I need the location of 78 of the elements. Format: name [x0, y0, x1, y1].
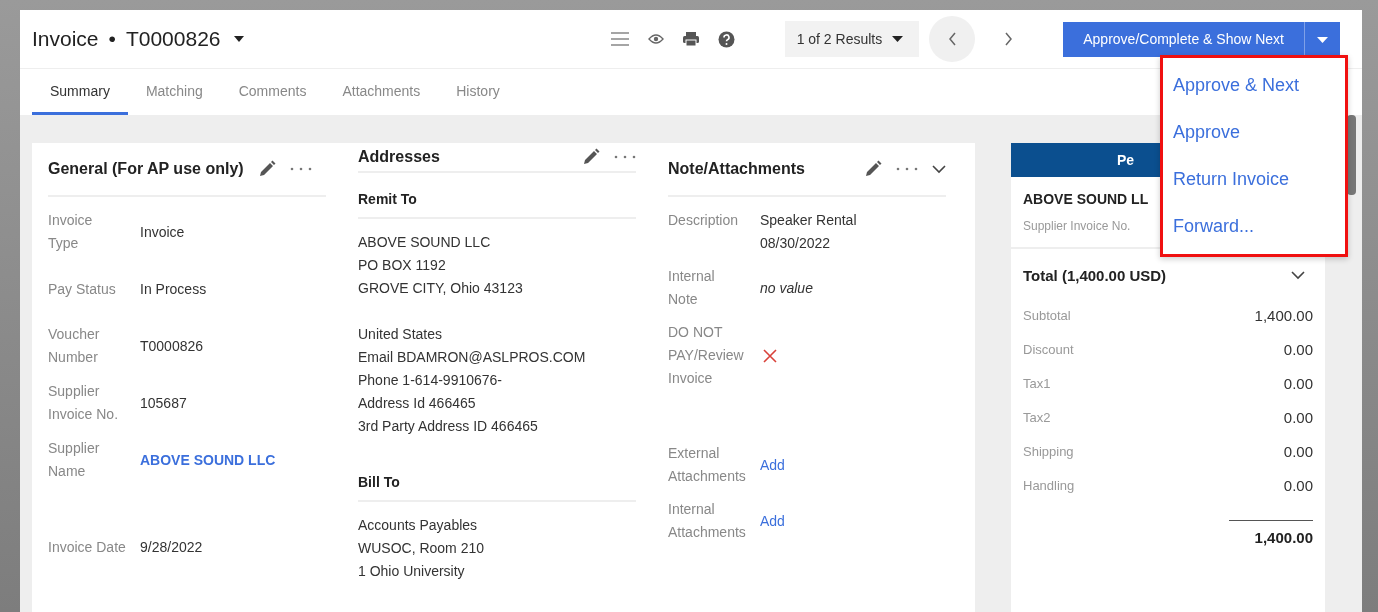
section-title: General (For AP use only) — [48, 160, 244, 178]
field-label: Internal Note — [668, 267, 716, 309]
section-title: Addresses — [358, 148, 440, 166]
menu-item[interactable]: Approve & Next — [1163, 62, 1345, 109]
field-label: DO NOT PAY/Review Invoice — [668, 323, 745, 388]
chevron-down-icon[interactable] — [1291, 271, 1305, 280]
field-value: no value — [760, 278, 814, 298]
pencil-icon[interactable] — [864, 160, 882, 178]
title-separator: • — [108, 27, 116, 51]
amount-label: Handling — [1023, 477, 1075, 493]
address-line: ABOVE SOUND LLC — [358, 234, 491, 250]
amount-value: 0.00 — [1283, 374, 1313, 392]
tab[interactable]: Comments — [220, 69, 325, 115]
add-link[interactable]: Add — [760, 457, 785, 473]
amount-label: Tax1 — [1023, 375, 1051, 391]
print-icon[interactable] — [681, 31, 700, 47]
amount-label: Discount — [1023, 341, 1074, 357]
address-line: 3rd Party Address ID 466465 — [358, 418, 538, 434]
field-value: Speaker Rental 08/30/2022 — [760, 211, 858, 253]
amount-value: 0.00 — [1283, 340, 1313, 358]
add-link[interactable]: Add — [760, 513, 785, 529]
field-label: Pay Status — [48, 279, 117, 299]
field-label: Internal Attachments — [668, 500, 747, 542]
results-dropdown[interactable]: 1 of 2 Results — [784, 21, 920, 57]
address-line: Accounts Payables — [358, 517, 478, 533]
address-line: WUSOC, Room 210 — [358, 540, 485, 556]
field-label: Voucher Number — [48, 325, 101, 367]
chevron-left-icon — [947, 32, 957, 46]
total-title: Total (1,400.00 USD) — [1023, 267, 1167, 284]
address-heading: Remit To — [358, 185, 636, 219]
field-label: Supplier Invoice No. — [1023, 219, 1131, 233]
address-line: United States — [358, 326, 443, 342]
amount-label: Shipping — [1023, 443, 1074, 459]
pencil-icon[interactable] — [257, 160, 276, 178]
supplier-link[interactable]: ABOVE SOUND LLC — [140, 452, 276, 468]
address-line: Email BDAMRON@ASLPROS.COM — [358, 349, 586, 365]
amount-value: 1,400.00 — [1254, 306, 1313, 324]
address-line: Address Id 466465 — [358, 395, 476, 411]
address-line: PO BOX 1192 — [358, 257, 446, 273]
chevron-down-icon[interactable] — [932, 164, 946, 174]
field-value: In Process — [140, 281, 207, 297]
supplier-name: ABOVE SOUND LL — [1023, 191, 1150, 207]
address-line: Phone 1-614-9910676- — [358, 372, 502, 388]
chevron-right-icon — [1003, 32, 1013, 46]
caret-icon — [1317, 36, 1328, 44]
field-label: Invoice Date — [48, 537, 126, 557]
caret-icon[interactable] — [232, 35, 245, 43]
field-label: External Attachments — [668, 444, 747, 486]
pencil-icon[interactable] — [582, 148, 600, 166]
field-value: Invoice — [140, 224, 185, 240]
grand-total: 1,400.00 — [1254, 529, 1313, 546]
field-label: Supplier Name — [48, 439, 101, 481]
address-heading: Bill To — [358, 468, 636, 502]
amount-value: 0.00 — [1283, 476, 1313, 494]
field-value: 105687 — [140, 395, 187, 411]
field-value: T0000826 — [140, 338, 204, 354]
eye-icon[interactable] — [647, 33, 664, 45]
tab[interactable]: Attachments — [324, 69, 439, 115]
caret-icon — [892, 35, 904, 43]
amount-label: Tax2 — [1023, 409, 1051, 425]
menu-item[interactable]: Forward... — [1163, 203, 1345, 250]
amount-value: 0.00 — [1283, 408, 1313, 426]
tab[interactable]: Matching — [127, 69, 221, 115]
field-label: Supplier Invoice No. — [48, 382, 120, 424]
field-label: Description — [668, 211, 740, 230]
approve-show-next-button[interactable]: Approve/Complete & Show Next — [1063, 21, 1304, 57]
document-type: Invoice — [32, 27, 99, 51]
section-title: Note/Attachments — [668, 160, 805, 178]
document-number: T0000826 — [125, 27, 221, 51]
amount-label: Subtotal — [1023, 307, 1071, 323]
action-menu-button[interactable] — [1304, 21, 1340, 57]
address-line: 1 Ohio University — [358, 563, 465, 579]
address-line: GROVE CITY, Ohio 43123 — [358, 280, 523, 296]
field-value: 9/28/2022 — [140, 539, 203, 555]
help-icon[interactable] — [717, 30, 735, 48]
amount-value: 0.00 — [1283, 442, 1313, 460]
field-label: Invoice Type — [48, 211, 94, 253]
tab[interactable]: History — [438, 69, 518, 115]
